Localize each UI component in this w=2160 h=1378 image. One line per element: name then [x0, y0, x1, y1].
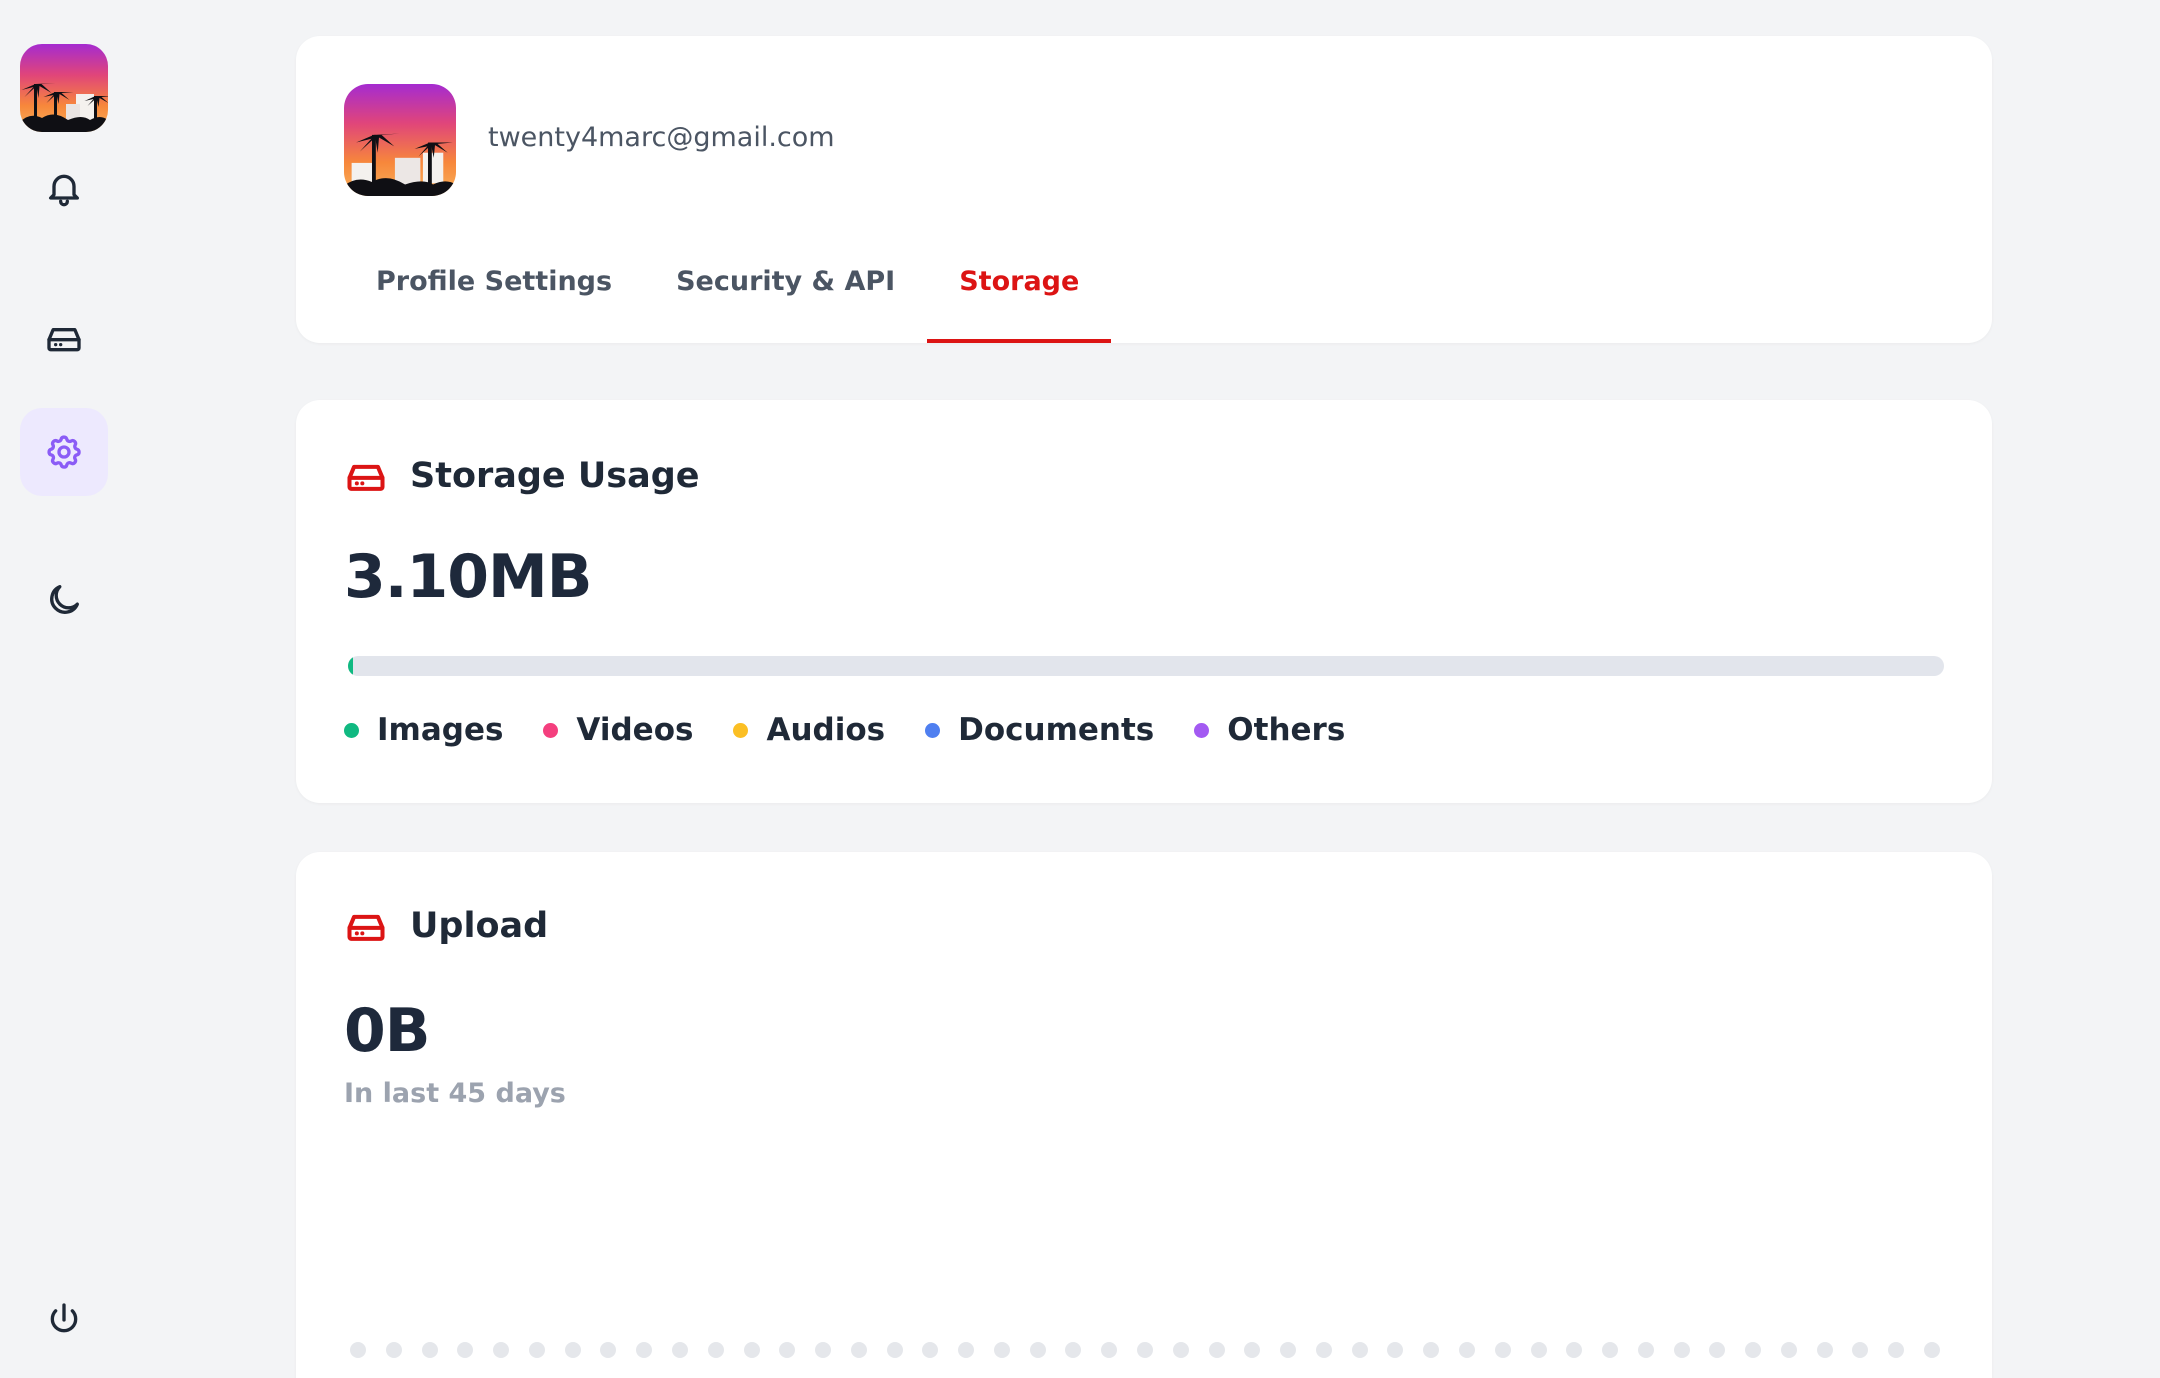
legend-label-audios: Audios: [766, 712, 886, 748]
legend-item-documents: Documents: [925, 712, 1154, 748]
storage-usage-value: 3.10MB: [344, 542, 592, 612]
upload-day-dot: [1352, 1342, 1368, 1358]
upload-day-dot: [1387, 1342, 1403, 1358]
upload-day-dot: [1674, 1342, 1690, 1358]
upload-day-dot: [708, 1342, 724, 1358]
upload-day-dot: [1852, 1342, 1868, 1358]
storage-usage-bar-fill: [348, 656, 353, 676]
legend-item-videos: Videos: [543, 712, 693, 748]
upload-day-dot: [1566, 1342, 1582, 1358]
upload-day-dot: [457, 1342, 473, 1358]
profile-avatar[interactable]: [344, 84, 456, 196]
upload-day-dot: [1173, 1342, 1189, 1358]
storage-legend: Images Videos Audios Documents Others: [344, 712, 1345, 748]
tab-security-api[interactable]: Security & API: [644, 258, 927, 343]
upload-day-dot: [1602, 1342, 1618, 1358]
profile-card: twenty4marc@gmail.com Profile Settings S…: [296, 36, 1992, 343]
upload-day-dot: [636, 1342, 652, 1358]
upload-day-dot: [851, 1342, 867, 1358]
legend-label-videos: Videos: [576, 712, 694, 748]
upload-day-dot: [887, 1342, 903, 1358]
upload-day-dot: [493, 1342, 509, 1358]
notifications-button[interactable]: [20, 144, 108, 232]
hard-drive-icon: [47, 328, 81, 352]
sidebar: [0, 0, 130, 1378]
storage-usage-title: Storage Usage: [410, 456, 700, 496]
upload-day-dot: [1423, 1342, 1439, 1358]
theme-toggle-button[interactable]: [20, 556, 108, 644]
upload-day-dot: [1280, 1342, 1296, 1358]
upload-day-dot: [1781, 1342, 1797, 1358]
upload-day-dot: [1316, 1342, 1332, 1358]
upload-daily-chart: [350, 1342, 1940, 1358]
upload-header: Upload: [344, 904, 548, 948]
legend-dot-audios: [733, 722, 749, 738]
upload-day-dot: [1709, 1342, 1725, 1358]
upload-day-dot: [994, 1342, 1010, 1358]
logout-button[interactable]: [20, 1276, 108, 1364]
upload-day-dot: [1888, 1342, 1904, 1358]
upload-day-dot: [1209, 1342, 1225, 1358]
legend-label-images: Images: [377, 712, 504, 748]
gear-icon: [47, 435, 81, 469]
upload-day-dot: [815, 1342, 831, 1358]
upload-day-dot: [565, 1342, 581, 1358]
upload-value: 0B: [344, 996, 430, 1066]
settings-button[interactable]: [20, 408, 108, 496]
upload-period-label: In last 45 days: [344, 1078, 566, 1109]
legend-dot-documents: [925, 722, 941, 738]
upload-day-dot: [1244, 1342, 1260, 1358]
legend-label-others: Others: [1227, 712, 1346, 748]
upload-day-dot: [529, 1342, 545, 1358]
upload-day-dot: [1495, 1342, 1511, 1358]
upload-day-dot: [1924, 1342, 1940, 1358]
upload-day-dot: [1459, 1342, 1475, 1358]
legend-dot-others: [1194, 722, 1210, 738]
storage-usage-header: Storage Usage: [344, 454, 700, 498]
legend-item-others: Others: [1194, 712, 1345, 748]
upload-day-dot: [600, 1342, 616, 1358]
upload-day-dot: [744, 1342, 760, 1358]
legend-dot-images: [344, 722, 359, 738]
avatar-image: [344, 84, 456, 196]
legend-dot-videos: [543, 722, 559, 738]
tab-profile-settings[interactable]: Profile Settings: [344, 258, 644, 343]
upload-day-dot: [1531, 1342, 1547, 1358]
sidebar-avatar[interactable]: [20, 44, 108, 132]
upload-day-dot: [1030, 1342, 1046, 1358]
legend-label-documents: Documents: [958, 712, 1155, 748]
hard-drive-icon: [347, 464, 385, 491]
moon-icon: [50, 585, 80, 614]
upload-day-dot: [779, 1342, 795, 1358]
profile-email: twenty4marc@gmail.com: [488, 122, 835, 153]
upload-card: Upload 0B In last 45 days: [296, 852, 1992, 1378]
power-icon: [50, 1303, 78, 1333]
upload-day-dot: [422, 1342, 438, 1358]
upload-day-dot: [386, 1342, 402, 1358]
upload-day-dot: [1137, 1342, 1153, 1358]
upload-day-dot: [1065, 1342, 1081, 1358]
bell-icon: [49, 174, 80, 207]
storage-usage-bar: [348, 656, 1944, 676]
upload-day-dot: [1101, 1342, 1117, 1358]
upload-day-dot: [958, 1342, 974, 1358]
upload-day-dot: [350, 1342, 366, 1358]
tab-storage[interactable]: Storage: [927, 258, 1112, 343]
avatar-image: [20, 44, 108, 132]
upload-day-dot: [1745, 1342, 1761, 1358]
upload-title: Upload: [410, 906, 549, 946]
upload-day-dot: [922, 1342, 938, 1358]
hard-drive-icon: [347, 914, 385, 941]
upload-day-dot: [1817, 1342, 1833, 1358]
drive-button[interactable]: [20, 294, 108, 382]
upload-day-dot: [672, 1342, 688, 1358]
legend-item-audios: Audios: [733, 712, 885, 748]
legend-item-images: Images: [344, 712, 503, 748]
settings-tabs: Profile Settings Security & API Storage: [344, 258, 1112, 343]
storage-usage-card: Storage Usage 3.10MB Images Videos Audio…: [296, 400, 1992, 803]
upload-day-dot: [1638, 1342, 1654, 1358]
